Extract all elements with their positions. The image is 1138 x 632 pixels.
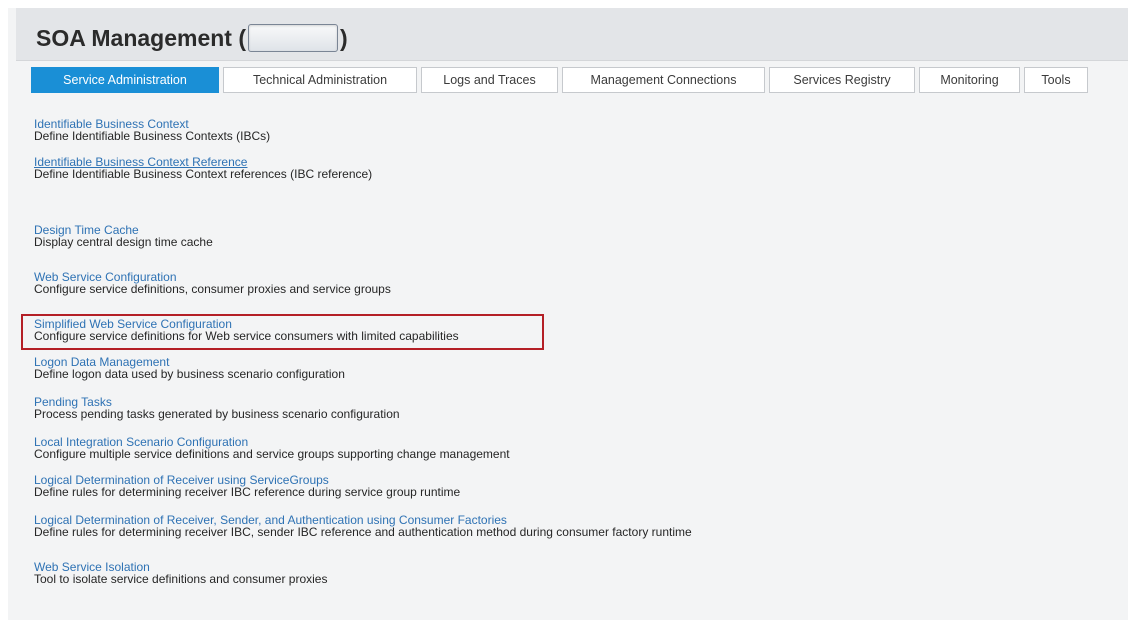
tab-management-connections[interactable]: Management Connections xyxy=(562,67,765,93)
entry-description: Define Identifiable Business Contexts (I… xyxy=(34,129,271,143)
entry-description: Process pending tasks generated by busin… xyxy=(34,407,400,421)
title-bar: SOA Management ( ) xyxy=(16,8,1128,61)
tab-services-registry[interactable]: Services Registry xyxy=(769,67,915,93)
tab-monitoring[interactable]: Monitoring xyxy=(919,67,1020,93)
tab-service-administration[interactable]: Service Administration xyxy=(31,67,219,93)
entry-description: Define rules for determining receiver IB… xyxy=(34,485,461,499)
list-item: Identifiable Business Context Reference … xyxy=(34,156,372,181)
entry-description: Display central design time cache xyxy=(34,235,213,249)
list-item: Logical Determination of Receiver using … xyxy=(34,474,460,499)
list-item: Identifiable Business Context Define Ide… xyxy=(34,118,270,143)
list-item: Web Service Configuration Configure serv… xyxy=(34,271,391,296)
highlight-box xyxy=(21,314,544,350)
entry-description: Configure service definitions, consumer … xyxy=(34,282,391,296)
page-title: SOA Management ( ) xyxy=(36,24,348,52)
tab-tools[interactable]: Tools xyxy=(1024,67,1088,93)
title-prefix: SOA Management ( xyxy=(36,24,247,51)
entry-description: Tool to isolate service definitions and … xyxy=(34,572,328,586)
entry-description: Define Identifiable Business Context ref… xyxy=(34,167,373,181)
list-item: Logical Determination of Receiver, Sende… xyxy=(34,514,692,539)
tab-logs-and-traces[interactable]: Logs and Traces xyxy=(421,67,558,93)
title-suffix: ) xyxy=(340,24,348,51)
tab-technical-administration[interactable]: Technical Administration xyxy=(223,67,417,93)
list-item: Logon Data Management Define logon data … xyxy=(34,356,345,381)
entry-description: Define rules for determining receiver IB… xyxy=(34,525,692,539)
entry-description: Configure multiple service definitions a… xyxy=(34,447,510,461)
entry-description: Define logon data used by business scena… xyxy=(34,367,345,381)
list-item: Design Time Cache Display central design… xyxy=(34,224,213,249)
list-item: Local Integration Scenario Configuration… xyxy=(34,436,510,461)
tab-strip: Service Administration Technical Adminis… xyxy=(31,67,1092,93)
list-item: Web Service Isolation Tool to isolate se… xyxy=(34,561,327,586)
list-item: Pending Tasks Process pending tasks gene… xyxy=(34,396,400,421)
system-name-field xyxy=(248,24,339,52)
